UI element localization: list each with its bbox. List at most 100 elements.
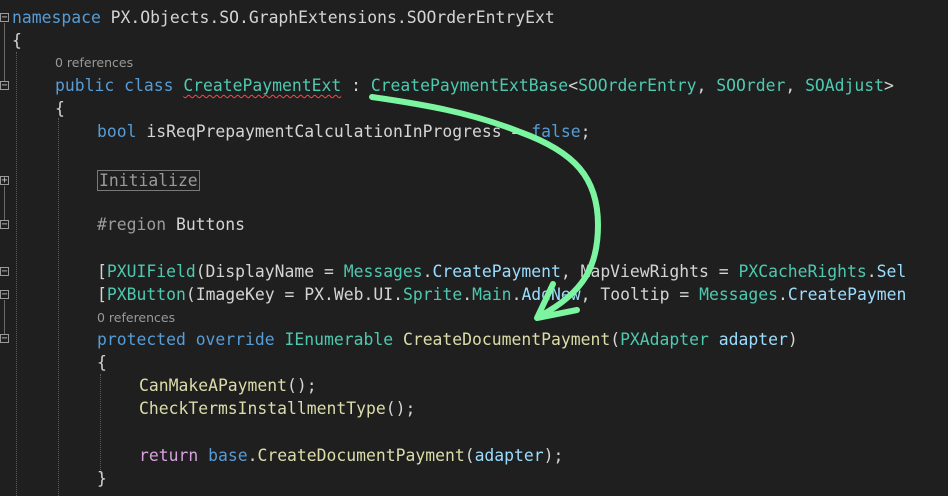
indent-guide — [58, 118, 59, 496]
codelens-references[interactable]: 0 references — [97, 310, 948, 326]
code-line-region[interactable]: #region Buttons — [97, 213, 948, 236]
brace: { — [55, 99, 65, 118]
punct: [ — [97, 285, 107, 304]
brace: { — [12, 31, 22, 50]
type-ref: Messages — [699, 285, 779, 304]
code-text: (ImageKey = — [185, 285, 305, 304]
codelens-references[interactable]: 0 references — [55, 55, 948, 71]
punct: > — [884, 76, 894, 95]
collapse-icon[interactable]: − — [0, 334, 9, 344]
region-directive: #region — [97, 215, 167, 234]
keyword-class: class — [124, 76, 174, 95]
keyword-base: base — [208, 446, 248, 465]
punct: ); — [543, 446, 564, 465]
param-name: adapter — [718, 330, 788, 349]
code-line-call[interactable]: CheckTermsInstallmentType(); — [139, 397, 948, 420]
punct: . — [422, 262, 433, 281]
member-ref: CreatePaymen — [787, 285, 907, 304]
attribute-type: PXButton — [106, 285, 186, 304]
method-call: CheckTermsInstallmentType — [139, 399, 386, 418]
punct: , — [785, 76, 806, 95]
code-line-brace-open[interactable]: { — [55, 97, 948, 120]
code-line-brace-close[interactable]: } — [97, 467, 948, 490]
method-call: CanMakeAPayment — [139, 376, 288, 395]
namespace-ref: PX — [304, 285, 324, 304]
codelens-label: 0 references — [55, 55, 134, 70]
collapsed-region-box[interactable]: Initialize — [97, 170, 200, 191]
namespace-ref: UI — [373, 285, 394, 304]
attribute-type: PXUIField — [106, 262, 196, 281]
member-ref: CreatePayment — [432, 262, 561, 281]
member-ref: AddNew — [521, 285, 581, 304]
brace: } — [97, 469, 107, 488]
colon: : — [341, 76, 371, 95]
punct: . — [866, 262, 877, 281]
keyword-protected: protected — [97, 330, 186, 349]
type-ref: Main — [472, 285, 512, 304]
code-text: (DisplayName = — [195, 262, 344, 281]
keyword-return: return — [139, 446, 199, 465]
punct: . — [247, 446, 258, 465]
code-editor[interactable]: − − + − − − − namespace PX.Objects.SO.Gr… — [0, 0, 948, 496]
code-line-field[interactable]: bool isReqPrepaymentCalculationInProgres… — [97, 120, 948, 143]
punct: . — [511, 285, 522, 304]
type-arg: SOOrderEntry — [578, 76, 697, 95]
type-arg: SOOrder — [716, 76, 786, 95]
punct: . — [393, 285, 403, 304]
base-class: CreatePaymentExtBase — [370, 76, 569, 95]
code-line-return[interactable]: return base.CreateDocumentPayment(adapte… — [139, 444, 948, 467]
namespace-ref: Web — [333, 285, 364, 304]
fold-line — [4, 300, 5, 334]
type-ref: Messages — [343, 262, 423, 281]
class-name: CreatePaymentExt — [183, 76, 342, 95]
keyword-override: override — [195, 330, 275, 349]
indent-guide — [100, 374, 101, 474]
codelens-label: 0 references — [97, 310, 176, 325]
code-line-attribute-button[interactable]: [PXButton(ImageKey = PX.Web.UI.Sprite.Ma… — [97, 283, 948, 306]
collapse-icon[interactable]: − — [0, 81, 9, 91]
code-line-brace-open[interactable]: { — [12, 29, 948, 52]
type-arg: SOAdjust — [805, 76, 885, 95]
code-line-class-declaration[interactable]: public class CreatePaymentExt : CreatePa… — [55, 74, 948, 97]
punct: ( — [610, 330, 621, 349]
collapse-icon[interactable]: − — [0, 13, 9, 23]
punct: , — [696, 76, 717, 95]
brace: { — [97, 353, 107, 372]
region-name: Buttons — [166, 215, 246, 234]
method-call: CreateDocumentPayment — [257, 446, 465, 465]
code-line-collapsed-region[interactable]: Initialize — [97, 169, 948, 192]
punct: (); — [287, 376, 317, 395]
punct: ( — [464, 446, 475, 465]
code-line-call[interactable]: CanMakeAPayment(); — [139, 374, 948, 397]
code-line-method-declaration[interactable]: protected override IEnumerable CreateDoc… — [97, 328, 948, 351]
punct: . — [462, 285, 473, 304]
code-text: , Tooltip = — [580, 285, 700, 304]
fold-line — [4, 23, 5, 81]
param-type: PXAdapter — [620, 330, 709, 349]
punct: ) — [787, 330, 798, 349]
method-name: CreateDocumentPayment — [402, 330, 611, 349]
punct: . — [778, 285, 788, 304]
code-line-brace-open[interactable]: { — [97, 351, 948, 374]
code-line-namespace[interactable]: namespace PX.Objects.SO.GraphExtensions.… — [12, 6, 948, 29]
code-line-attribute-uifield[interactable]: [PXUIField(DisplayName = Messages.Create… — [97, 260, 948, 283]
punct: . — [324, 285, 334, 304]
collapse-icon[interactable]: − — [0, 290, 9, 300]
type-ref: PXCacheRights — [738, 262, 867, 281]
return-type: IEnumerable — [284, 330, 394, 349]
code-text: , MapViewRights = — [560, 262, 739, 281]
expand-icon[interactable]: + — [0, 176, 9, 186]
collapse-icon[interactable]: − — [0, 220, 9, 230]
collapse-icon[interactable]: − — [0, 267, 9, 277]
member-ref: Sel — [876, 262, 907, 281]
indent-guide — [16, 52, 17, 496]
keyword-public: public — [55, 76, 115, 95]
punct: ; — [580, 122, 591, 141]
keyword-bool: bool — [97, 122, 137, 141]
keyword: namespace — [12, 8, 101, 27]
field-name: isReqPrepaymentCalculationInProgress = — [136, 122, 532, 141]
namespace-name: PX.Objects.SO.GraphExtensions.SOOrderEnt… — [100, 8, 555, 27]
punct: < — [568, 76, 579, 95]
type-ref: Sprite — [402, 285, 463, 304]
argument: adapter — [474, 446, 544, 465]
